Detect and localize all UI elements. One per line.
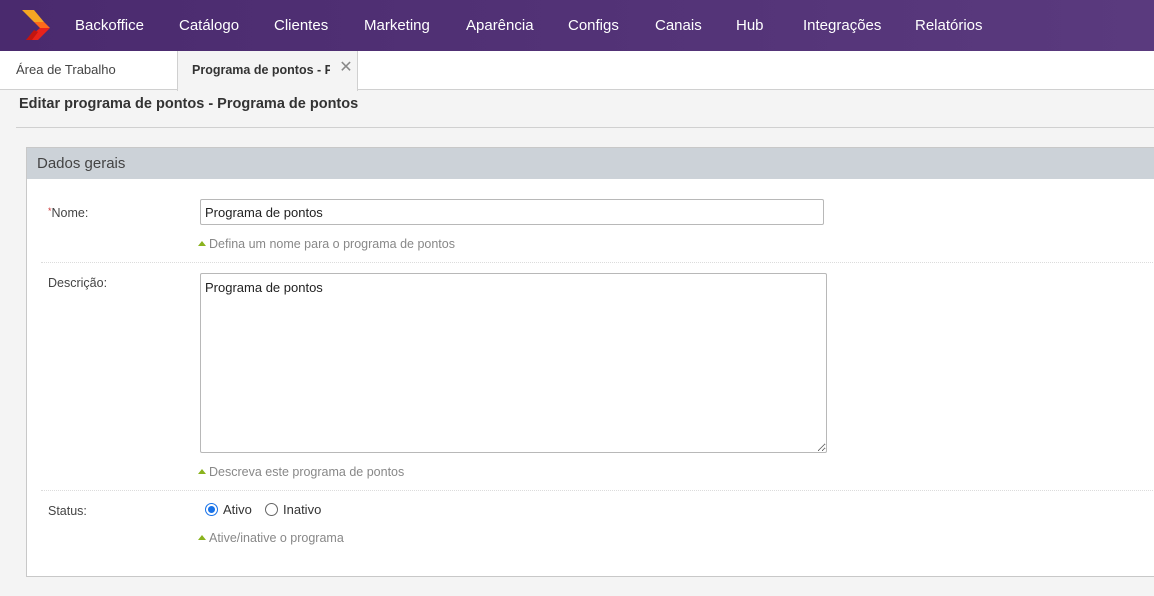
nav-marketing[interactable]: Marketing — [364, 0, 430, 51]
nav-relatorios[interactable]: Relatórios — [915, 0, 983, 51]
nome-label: *Nome: — [48, 206, 88, 220]
nav-canais[interactable]: Canais — [655, 0, 702, 51]
status-hint: Ative/inative o programa — [198, 531, 344, 545]
top-navigation: Backoffice Catálogo Clientes Marketing A… — [0, 0, 1154, 51]
nav-aparencia[interactable]: Aparência — [466, 0, 534, 51]
tab-area-de-trabalho[interactable]: Área de Trabalho — [16, 51, 116, 89]
descricao-label: Descrição: — [48, 276, 108, 290]
tab-programa-de-pontos[interactable]: Programa de pontos - Programa de pontos … — [177, 51, 358, 91]
status-inativo-label[interactable]: Inativo — [283, 503, 321, 517]
status-hint-text: Ative/inative o programa — [209, 531, 344, 545]
row-divider — [41, 262, 1154, 263]
nav-catalogo[interactable]: Catálogo — [179, 0, 239, 51]
descricao-hint-text: Descreva este programa de pontos — [209, 465, 405, 479]
row-divider — [41, 490, 1154, 491]
nome-hint: Defina um nome para o programa de pontos — [198, 237, 455, 251]
nav-integracoes[interactable]: Integrações — [803, 0, 881, 51]
hint-arrow-icon — [198, 535, 206, 540]
hint-arrow-icon — [198, 469, 206, 474]
tab-bar: Área de Trabalho Programa de pontos - Pr… — [0, 51, 1154, 91]
header-divider — [16, 127, 1154, 128]
nome-label-text: Nome: — [51, 206, 89, 220]
dados-gerais-panel: Dados gerais *Nome: Defina um nome para … — [26, 147, 1154, 577]
status-label: Status: — [48, 504, 87, 518]
nav-configs[interactable]: Configs — [568, 0, 619, 51]
nav-hub[interactable]: Hub — [736, 0, 764, 51]
status-ativo-label[interactable]: Ativo — [223, 503, 252, 517]
page-title: Editar programa de pontos - Programa de … — [19, 96, 359, 112]
status-ativo-radio[interactable] — [205, 503, 218, 516]
close-icon[interactable]: ✕ — [338, 59, 354, 77]
hint-arrow-icon — [198, 241, 206, 246]
tab-label: Programa de pontos - Programa de pontos — [192, 63, 330, 77]
logo-icon[interactable] — [20, 8, 52, 42]
descricao-textarea[interactable]: Programa de pontos — [200, 273, 827, 453]
nav-clientes[interactable]: Clientes — [274, 0, 328, 51]
nome-hint-text: Defina um nome para o programa de pontos — [209, 237, 455, 251]
panel-title: Dados gerais — [27, 148, 1154, 179]
nome-input[interactable] — [200, 199, 824, 225]
descricao-hint: Descreva este programa de pontos — [198, 465, 404, 479]
status-inativo-radio[interactable] — [265, 503, 278, 516]
nav-backoffice[interactable]: Backoffice — [75, 0, 144, 51]
